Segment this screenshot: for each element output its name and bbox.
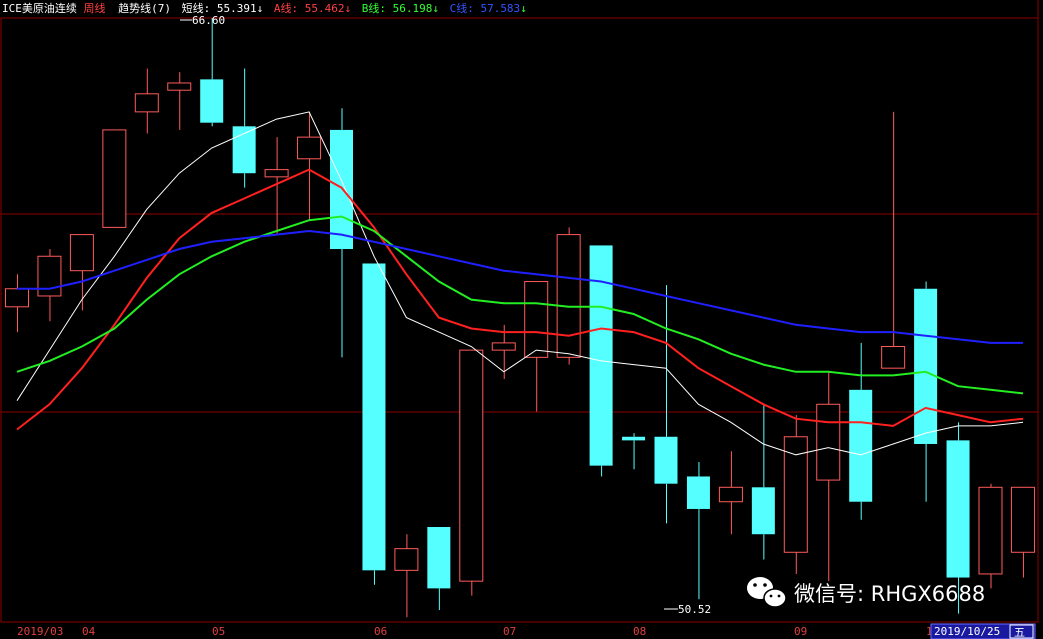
- candle-body-up: [394, 548, 419, 571]
- high-annotation-label: 66.60: [192, 14, 225, 27]
- candle-body-up: [264, 169, 289, 178]
- watermark-text: 微信号: RHGX6688: [794, 582, 985, 606]
- x-tick-label: 07: [503, 625, 516, 638]
- x-tick-label: 2019/03: [17, 625, 63, 638]
- x-tick-label: 06: [374, 625, 387, 638]
- candle: [556, 227, 581, 365]
- short-down-arrow: ↓: [257, 2, 264, 15]
- low-annotation-label: 50.52: [678, 603, 711, 616]
- candle-body-down: [622, 436, 646, 441]
- candle-body-up: [491, 342, 516, 351]
- candle-body-down: [427, 527, 451, 589]
- x-tick-label: 05: [212, 625, 225, 638]
- candle: [102, 129, 127, 228]
- x-tick-label: 04: [82, 625, 96, 638]
- candle-body-down: [589, 245, 613, 466]
- candle-body-up: [37, 255, 62, 297]
- candle-body-up: [978, 486, 1003, 575]
- b-line-value: B线: 56.198: [362, 1, 433, 15]
- candle: [362, 263, 386, 585]
- candle: [783, 415, 808, 574]
- weekday-label: 五: [1014, 626, 1025, 639]
- candle: [978, 483, 1003, 589]
- candle-body-down: [362, 263, 386, 571]
- candle-body-down: [686, 476, 710, 509]
- a-line-value: A线: 55.462: [274, 1, 345, 15]
- c-line-value: C线: 57.583: [450, 1, 521, 15]
- candle-body-up: [1010, 486, 1035, 553]
- x-tick-label: 08: [633, 625, 646, 638]
- candle-body-up: [69, 234, 94, 272]
- candle-body-down: [330, 129, 353, 250]
- candle-body-up: [134, 93, 159, 113]
- candle-body-up: [718, 486, 743, 503]
- candle-body-up: [783, 436, 808, 553]
- candle-body-up: [167, 82, 192, 91]
- candle-body-down: [914, 288, 938, 444]
- period-label: 周线: [84, 1, 106, 15]
- candlestick-chart: 66.60 50.52 ICE美原油连续 周线 趋势线(7) 短线: 55.39…: [0, 0, 1043, 639]
- candle-body-down: [946, 440, 970, 578]
- candle-body-up: [881, 346, 906, 369]
- candle-body-up: [102, 129, 127, 228]
- candle-body-down: [200, 79, 224, 123]
- candle-body-up: [297, 136, 322, 160]
- candle-body-up: [524, 281, 549, 358]
- candle-body-down: [654, 436, 678, 484]
- indicator-name: 趋势线(7): [118, 1, 171, 15]
- candle-body-down: [849, 389, 873, 502]
- candle-body-down: [751, 487, 775, 535]
- instrument-name: ICE美原油连续: [2, 1, 77, 15]
- candle-body-up: [816, 403, 841, 481]
- a-down-arrow: ↓: [344, 2, 351, 15]
- c-down-arrow: ↓: [520, 2, 527, 15]
- current-date-label: 2019/10/25: [934, 625, 1000, 638]
- candle: [459, 349, 484, 596]
- b-down-arrow: ↓: [432, 2, 439, 15]
- x-tick-label: 09: [794, 625, 807, 638]
- candle-body-up: [459, 349, 484, 582]
- short-line-value: 短线: 55.391: [182, 1, 257, 15]
- candle-body-up: [556, 234, 581, 358]
- candle-body-up: [5, 288, 29, 308]
